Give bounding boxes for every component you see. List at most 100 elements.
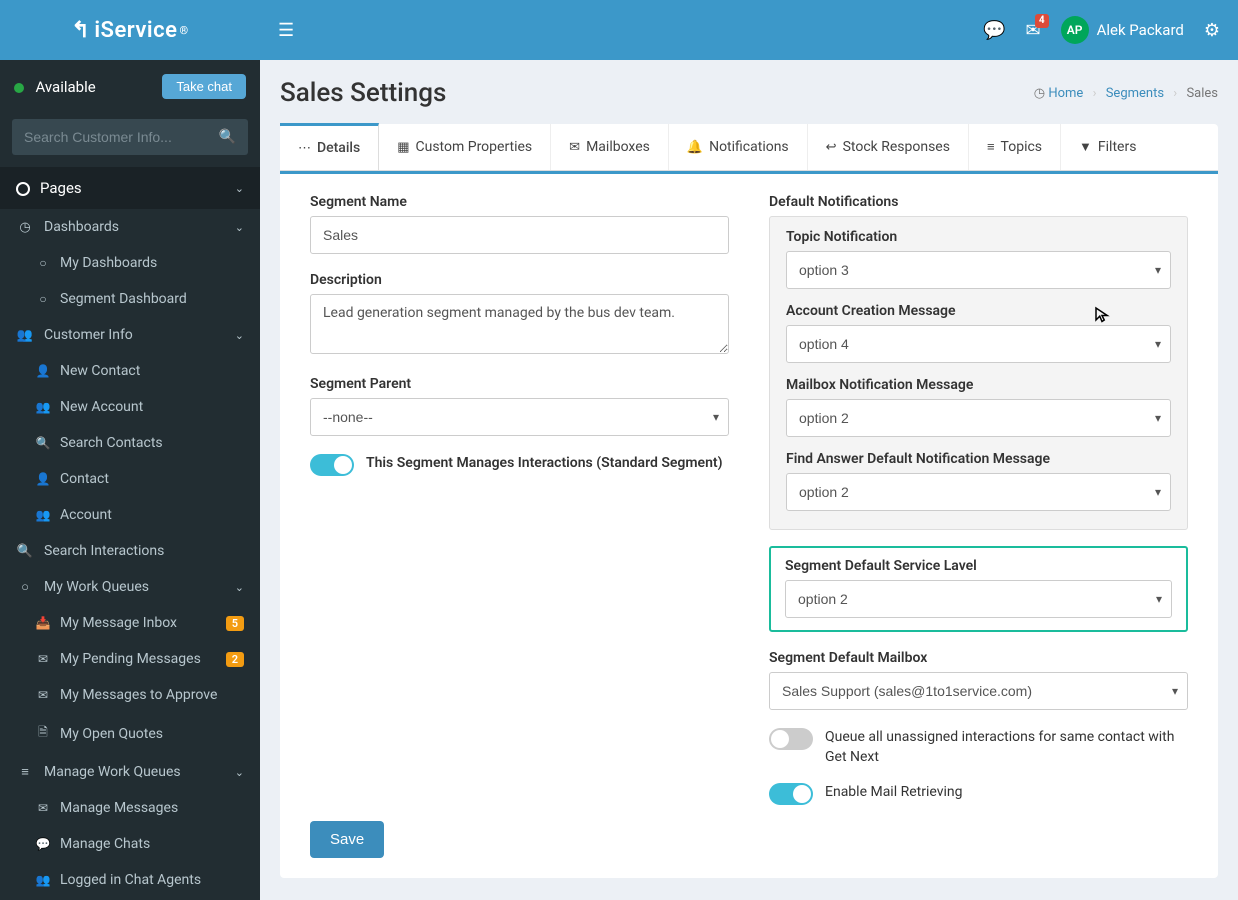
settings-gears-icon[interactable]: ⚙ — [1204, 20, 1220, 41]
envelope-icon: ✉ — [34, 801, 52, 815]
users-icon: 👥 — [34, 508, 52, 522]
default-mailbox-label: Segment Default Mailbox — [769, 650, 1188, 666]
check-envelope-icon: ✉ — [34, 688, 52, 702]
grid-icon: ▦ — [397, 140, 409, 155]
nav-manage-messages[interactable]: ✉Manage Messages — [0, 790, 260, 826]
tab-details[interactable]: ⋯Details — [280, 123, 379, 170]
envelope-icon: ✉ — [34, 652, 52, 666]
nav-my-message-inbox[interactable]: 📥My Message Inbox 5 — [0, 605, 260, 641]
search-input[interactable] — [24, 129, 219, 145]
user-menu[interactable]: AP Alek Packard — [1061, 16, 1184, 44]
chevron-down-icon: ⌄ — [235, 182, 244, 195]
nav-manage-work-queues[interactable]: ≡Manage Work Queues ⌄ — [0, 754, 260, 790]
avatar: AP — [1061, 16, 1089, 44]
save-button[interactable]: Save — [310, 821, 384, 858]
user-name: Alek Packard — [1097, 21, 1184, 39]
breadcrumb: ◷ Home › Segments › Sales — [1034, 86, 1218, 101]
nav-search-contacts[interactable]: 🔍Search Contacts — [0, 425, 260, 461]
chevron-down-icon: ⌄ — [235, 221, 244, 234]
crumb-home[interactable]: Home — [1048, 86, 1083, 101]
status-label: Available — [35, 78, 95, 96]
badge-count: 5 — [226, 616, 244, 631]
nav-manage-chats[interactable]: 💬Manage Chats — [0, 826, 260, 862]
page-title: Sales Settings — [280, 78, 446, 108]
chat-icon[interactable]: 💬 — [983, 20, 1005, 41]
nav-customer-info[interactable]: 👥Customer Info ⌄ — [0, 317, 260, 353]
tabs: ⋯Details ▦Custom Properties ✉Mailboxes 🔔… — [280, 124, 1218, 171]
mailbox-notification-select[interactable]: option 2 — [786, 399, 1171, 437]
crumb-current: Sales — [1186, 86, 1218, 101]
nav-account[interactable]: 👥Account — [0, 497, 260, 533]
search-icon[interactable]: 🔍 — [219, 129, 236, 145]
menu-toggle-icon[interactable]: ☰ — [278, 20, 294, 41]
user-plus-icon: 👤 — [34, 364, 52, 378]
chevron-down-icon: ⌄ — [235, 766, 244, 779]
account-creation-select[interactable]: option 4 — [786, 325, 1171, 363]
nav-new-contact[interactable]: 👤New Contact — [0, 353, 260, 389]
nav-new-account[interactable]: 👥New Account — [0, 389, 260, 425]
dashboard-icon: ◷ — [1034, 86, 1045, 101]
take-chat-button[interactable]: Take chat — [162, 74, 246, 99]
sidebar-search[interactable]: 🔍 — [12, 119, 248, 155]
tab-notifications[interactable]: 🔔Notifications — [669, 124, 808, 170]
enable-mail-toggle[interactable] — [769, 783, 813, 805]
list-icon: ≡ — [16, 764, 34, 780]
circle-o-icon: ○ — [34, 256, 52, 270]
reply-icon: ↩ — [826, 140, 837, 155]
segment-name-label: Segment Name — [310, 194, 729, 210]
tab-stock-responses[interactable]: ↩Stock Responses — [808, 124, 969, 170]
manages-interactions-toggle[interactable] — [310, 454, 354, 476]
circle-o-icon: ○ — [16, 579, 34, 595]
notification-badge: 4 — [1035, 14, 1049, 28]
tab-topics[interactable]: ≡Topics — [969, 124, 1061, 170]
envelope-icon: ✉ — [569, 140, 580, 155]
nav-my-dashboards[interactable]: ○My Dashboards — [0, 245, 260, 281]
mail-icon[interactable]: ✉ 4 — [1025, 20, 1040, 41]
sidebar: ↰iService® Available Take chat 🔍 Pages ⌄… — [0, 0, 260, 900]
list-icon: ≡ — [987, 139, 995, 155]
chevron-down-icon: ⌄ — [235, 581, 244, 594]
find-answer-select[interactable]: option 2 — [786, 473, 1171, 511]
segment-parent-select[interactable]: --none-- — [310, 398, 729, 436]
default-notifications-box: Topic Notification option 3 Account Crea… — [769, 216, 1188, 530]
nav-header-pages[interactable]: Pages ⌄ — [0, 167, 260, 209]
nav-my-open-quotes[interactable]: 🗎My Open Quotes — [0, 713, 260, 754]
nav-logged-in-agents[interactable]: 👥Logged in Chat Agents — [0, 862, 260, 898]
bell-icon: 🔔 — [687, 140, 703, 155]
nav-segment-dashboard[interactable]: ○Segment Dashboard — [0, 281, 260, 317]
nav-my-pending-messages[interactable]: ✉My Pending Messages 2 — [0, 641, 260, 677]
service-level-select[interactable]: option 2 — [785, 580, 1172, 618]
nav-my-messages-approve[interactable]: ✉My Messages to Approve — [0, 677, 260, 713]
nav-search-interactions[interactable]: 🔍Search Interactions — [0, 533, 260, 569]
find-answer-label: Find Answer Default Notification Message — [786, 451, 1171, 467]
status-indicator: Available — [14, 78, 96, 96]
description-input[interactable]: Lead generation segment managed by the b… — [310, 294, 729, 354]
account-creation-label: Account Creation Message — [786, 303, 1171, 319]
details-panel: Segment Name Description Lead generation… — [280, 171, 1218, 878]
tab-custom-properties[interactable]: ▦Custom Properties — [379, 124, 551, 170]
dashboard-icon: ◷ — [16, 220, 34, 235]
circle-icon — [16, 182, 30, 196]
nav-dashboards[interactable]: ◷Dashboards ⌄ — [0, 209, 260, 245]
description-label: Description — [310, 272, 729, 288]
default-mailbox-select[interactable]: Sales Support (sales@1to1service.com) — [769, 672, 1188, 710]
service-level-label: Segment Default Service Lavel — [785, 558, 1172, 574]
crumb-segments[interactable]: Segments — [1106, 86, 1164, 101]
comments-icon: 💬 — [34, 837, 52, 851]
circle-o-icon: ○ — [34, 292, 52, 306]
tab-filters[interactable]: ▼Filters — [1061, 124, 1154, 170]
badge-count: 2 — [226, 652, 244, 667]
user-icon: 👤 — [34, 472, 52, 486]
status-dot-icon — [14, 83, 24, 93]
default-notifications-label: Default Notifications — [769, 194, 1188, 210]
queue-unassigned-toggle[interactable] — [769, 728, 813, 750]
nav-my-work-queues[interactable]: ○My Work Queues ⌄ — [0, 569, 260, 605]
nav-contact[interactable]: 👤Contact — [0, 461, 260, 497]
service-level-highlight: Segment Default Service Lavel option 2 — [769, 546, 1188, 632]
topic-notification-select[interactable]: option 3 — [786, 251, 1171, 289]
tab-mailboxes[interactable]: ✉Mailboxes — [551, 124, 669, 170]
users-plus-icon: 👥 — [34, 400, 52, 414]
brand-logo: ↰iService® — [0, 0, 260, 60]
segment-name-input[interactable] — [310, 216, 729, 254]
file-icon: 🗎 — [34, 723, 52, 744]
